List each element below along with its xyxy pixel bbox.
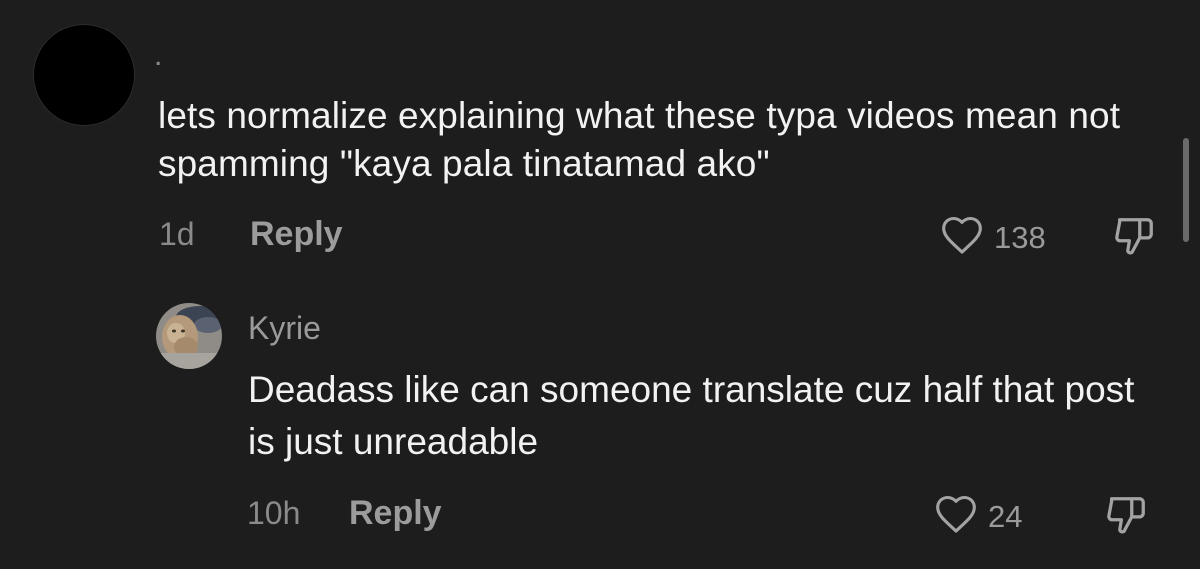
reply-meta-row: 10h bbox=[247, 495, 300, 532]
dislike-button[interactable] bbox=[1102, 492, 1150, 543]
dislike-button[interactable] bbox=[1110, 213, 1158, 264]
comments-panel: . lets normalize explaining what these t… bbox=[0, 0, 1200, 569]
comment-timestamp: 1d bbox=[159, 216, 195, 252]
like-count: 24 bbox=[988, 498, 1023, 534]
reply-username[interactable]: Kyrie bbox=[248, 310, 321, 347]
like-count: 138 bbox=[994, 219, 1046, 255]
thumbs-down-outline-icon bbox=[1102, 497, 1150, 542]
like-button[interactable]: 138 bbox=[940, 214, 1046, 261]
reply-button[interactable]: Reply bbox=[250, 215, 343, 254]
commenter-username[interactable]: . bbox=[154, 38, 162, 74]
thumbs-down-outline-icon bbox=[1110, 218, 1158, 263]
comment-text: lets normalize explaining what these typ… bbox=[158, 95, 1121, 184]
commenter-avatar[interactable] bbox=[34, 25, 134, 125]
reply-actions: Reply bbox=[349, 494, 442, 533]
heart-outline-icon bbox=[934, 493, 978, 540]
reply-button[interactable]: Reply bbox=[349, 494, 442, 533]
heart-outline-icon bbox=[940, 214, 984, 261]
like-button[interactable]: 24 bbox=[934, 493, 1022, 540]
scrollbar[interactable] bbox=[1183, 138, 1189, 242]
kyrie-avatar[interactable] bbox=[156, 303, 222, 369]
cat-photo-avatar bbox=[156, 303, 222, 369]
reply-timestamp: 10h bbox=[247, 495, 301, 531]
reply-text: Deadass like can someone translate cuz h… bbox=[248, 369, 1135, 462]
comment-actions: Reply bbox=[250, 215, 343, 254]
comment-meta-row: 1d bbox=[159, 216, 195, 253]
